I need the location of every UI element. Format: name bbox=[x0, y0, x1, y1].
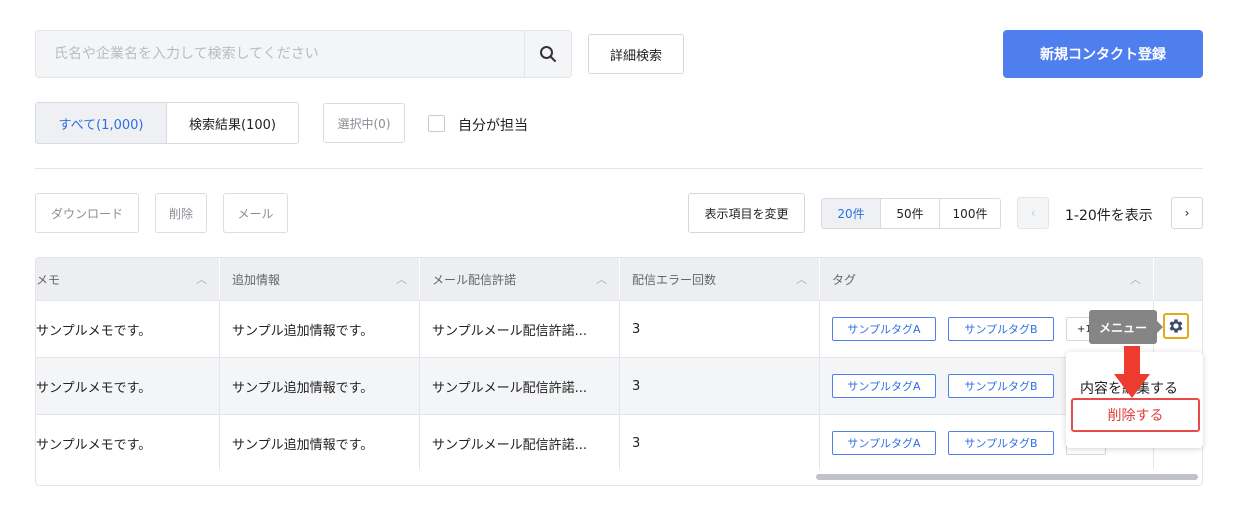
tag-chip[interactable]: サンプルタグB bbox=[948, 317, 1054, 341]
chevron-left-icon: ‹ bbox=[1030, 206, 1036, 220]
selected-count-button[interactable]: 選択中(0) bbox=[323, 103, 405, 143]
column-header-label: タグ bbox=[832, 272, 857, 287]
column-header-label: メール配信許諾 bbox=[432, 272, 517, 287]
column-header-label: 追加情報 bbox=[232, 272, 281, 287]
column-divider bbox=[619, 300, 620, 469]
row-menu-button[interactable] bbox=[1163, 313, 1189, 339]
sort-chevron-icon[interactable]: ︿ bbox=[196, 271, 207, 287]
per-page-20[interactable]: 20件 bbox=[821, 198, 881, 229]
sort-chevron-icon[interactable]: ︿ bbox=[796, 271, 807, 287]
search-button[interactable] bbox=[524, 30, 572, 78]
search-input[interactable] bbox=[54, 46, 525, 62]
table-header: メモ ︿ 追加情報 ︿ メール配信許諾 ︿ 配信エラー回数 ︿ タグ ︿ bbox=[36, 258, 1202, 300]
divider bbox=[35, 168, 1203, 169]
cell-extra: サンプル追加情報です。 bbox=[232, 323, 374, 339]
contact-table: メモ ︿ 追加情報 ︿ メール配信許諾 ︿ 配信エラー回数 ︿ タグ ︿ サンプ… bbox=[35, 257, 1203, 486]
cell-extra: サンプル追加情報です。 bbox=[232, 380, 374, 396]
cell-mail-permission: サンプルメール配信許諾... bbox=[432, 380, 588, 396]
search-icon bbox=[540, 46, 556, 62]
delete-button[interactable]: 削除 bbox=[155, 193, 207, 233]
cell-memo: サンプルメモです。 bbox=[36, 380, 152, 396]
search-field-wrapper bbox=[35, 30, 525, 78]
cell-extra: サンプル追加情報です。 bbox=[232, 437, 374, 453]
download-button[interactable]: ダウンロード bbox=[35, 193, 139, 233]
chevron-right-icon: › bbox=[1184, 206, 1190, 220]
cell-memo: サンプルメモです。 bbox=[36, 437, 152, 453]
column-header-label: メモ bbox=[36, 272, 61, 287]
column-divider bbox=[819, 300, 820, 469]
mine-checkbox[interactable] bbox=[428, 115, 445, 132]
tag-chip[interactable]: サンプルタグB bbox=[948, 431, 1054, 455]
prev-page-button[interactable]: ‹ bbox=[1017, 197, 1049, 229]
cell-memo: サンプルメモです。 bbox=[36, 323, 152, 339]
tag-chip[interactable]: サンプルタグA bbox=[832, 317, 936, 341]
cell-error-count: 3 bbox=[632, 321, 641, 337]
column-header-memo[interactable]: メモ ︿ bbox=[36, 258, 220, 300]
column-header-mail-permission[interactable]: メール配信許諾 ︿ bbox=[420, 258, 620, 300]
detail-search-button[interactable]: 詳細検索 bbox=[588, 34, 684, 74]
column-header-label: 配信エラー回数 bbox=[632, 272, 717, 287]
per-page-100[interactable]: 100件 bbox=[939, 198, 1001, 229]
tag-chip[interactable]: サンプルタグB bbox=[948, 374, 1054, 398]
tab-search-result[interactable]: 検索結果(100) bbox=[166, 102, 299, 144]
mail-button[interactable]: メール bbox=[223, 193, 288, 233]
column-divider bbox=[419, 300, 420, 469]
column-header-extra[interactable]: 追加情報 ︿ bbox=[220, 258, 420, 300]
sort-chevron-icon[interactable]: ︿ bbox=[396, 271, 407, 287]
tab-all[interactable]: すべて(1,000) bbox=[35, 102, 167, 144]
cell-mail-permission: サンプルメール配信許諾... bbox=[432, 437, 588, 453]
menu-tooltip: メニュー bbox=[1089, 310, 1163, 344]
tag-chip[interactable]: サンプルタグA bbox=[832, 431, 936, 455]
horizontal-scrollbar[interactable] bbox=[816, 474, 1198, 480]
arrow-down-icon bbox=[1114, 346, 1150, 398]
column-divider bbox=[219, 300, 220, 469]
cell-error-count: 3 bbox=[632, 378, 641, 394]
sort-chevron-icon[interactable]: ︿ bbox=[1130, 271, 1141, 287]
column-header-error-count[interactable]: 配信エラー回数 ︿ bbox=[620, 258, 820, 300]
delete-menu-item[interactable]: 削除する bbox=[1071, 398, 1200, 432]
mine-checkbox-label: 自分が担当 bbox=[458, 118, 528, 134]
next-page-button[interactable]: › bbox=[1171, 197, 1203, 229]
new-contact-button[interactable]: 新規コンタクト登録 bbox=[1003, 30, 1203, 78]
change-columns-button[interactable]: 表示項目を変更 bbox=[688, 193, 805, 233]
cell-error-count: 3 bbox=[632, 435, 641, 451]
gear-icon bbox=[1169, 319, 1183, 333]
tag-chip[interactable]: サンプルタグA bbox=[832, 374, 936, 398]
per-page-50[interactable]: 50件 bbox=[880, 198, 940, 229]
cell-mail-permission: サンプルメール配信許諾... bbox=[432, 323, 588, 339]
page-range-label: 1-20件を表示 bbox=[1065, 208, 1153, 224]
column-header-tag[interactable]: タグ ︿ bbox=[820, 258, 1154, 300]
sort-chevron-icon[interactable]: ︿ bbox=[596, 271, 607, 287]
